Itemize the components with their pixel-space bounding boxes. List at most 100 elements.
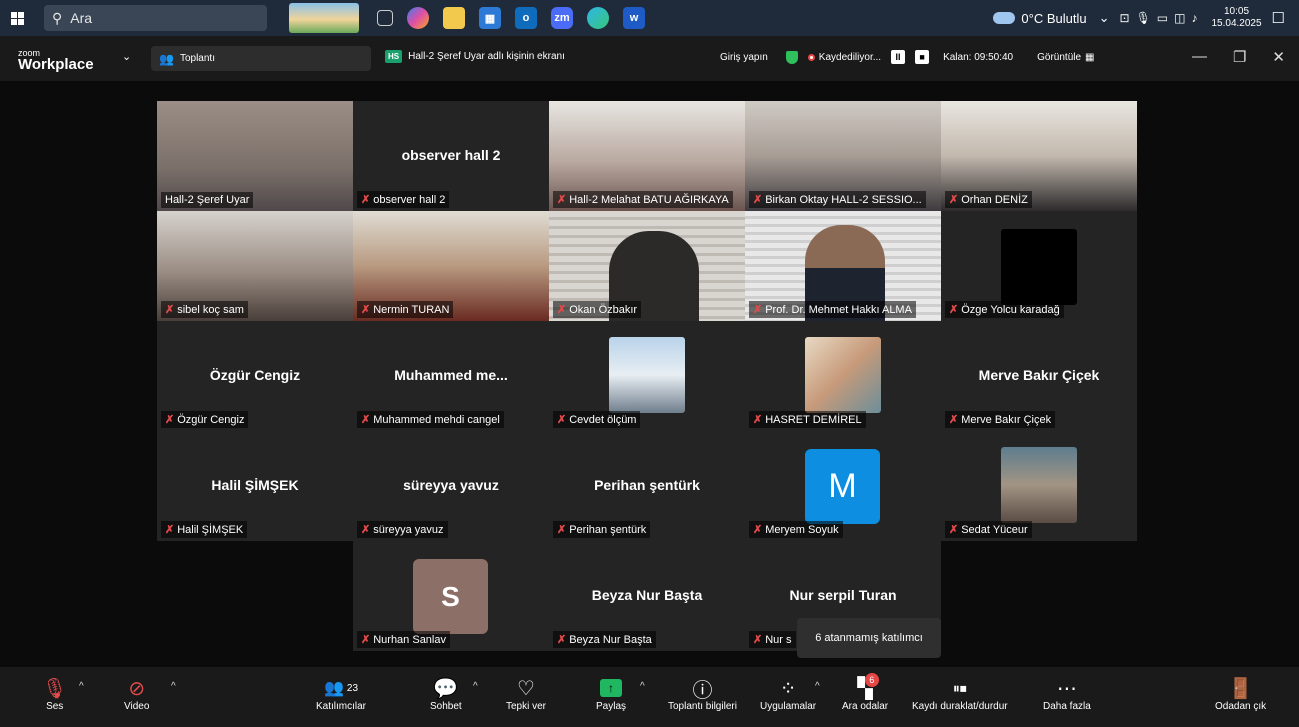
participant-tile[interactable]: M ✗ Meryem Soyuk bbox=[745, 431, 941, 541]
participant-tile[interactable]: Merve Bakır Çiçek ✗ Merve Bakır Çiçek bbox=[941, 321, 1137, 431]
participant-tile[interactable]: ✗ Hall-2 Melahat BATU AĞIRKAYA bbox=[549, 101, 745, 211]
participant-tile[interactable]: Perihan şentürk ✗ Perihan şentürk bbox=[549, 431, 745, 541]
participant-name: Sedat Yüceur bbox=[961, 523, 1028, 536]
video-button[interactable]: ⊘ Video bbox=[124, 675, 149, 713]
share-icon-wrap: ↑ bbox=[600, 675, 622, 701]
participants-button[interactable]: 👥 23 Katılımcılar bbox=[316, 675, 366, 712]
windows-start-icon[interactable] bbox=[0, 0, 34, 36]
participant-display-name: Merve Bakır Çiçek bbox=[978, 367, 1100, 383]
breakout-rooms-label: Ara odalar bbox=[842, 701, 889, 712]
apps-options-chevron-icon[interactable]: ^ bbox=[815, 681, 820, 692]
participant-tile[interactable]: ✗ Orhan DENİZ bbox=[941, 101, 1137, 211]
word-icon[interactable]: w bbox=[623, 7, 645, 29]
chat-button[interactable]: 💬 Sohbet bbox=[430, 675, 462, 713]
share-options-chevron-icon[interactable]: ^ bbox=[640, 681, 645, 692]
mic-muted-icon: ✗ bbox=[753, 194, 763, 206]
recording-status[interactable]: Kaydediliyor... bbox=[819, 52, 881, 63]
participant-name: observer hall 2 bbox=[373, 193, 446, 206]
clock[interactable]: 10:05 15.04.2025 bbox=[1211, 6, 1261, 30]
participant-tile[interactable]: observer hall 2 ✗ observer hall 2 bbox=[353, 101, 549, 211]
leave-room-label: Odadan çık bbox=[1215, 701, 1267, 712]
audio-options-chevron-icon[interactable]: ^ bbox=[79, 681, 84, 692]
participant-name: sibel koç sam bbox=[177, 303, 244, 316]
participant-tile[interactable]: Halil ŞİMŞEK ✗ Halil ŞİMŞEK bbox=[157, 431, 353, 541]
meeting-button[interactable]: 👥 Toplantı bbox=[151, 46, 371, 71]
participant-tile[interactable]: ✗ sibel koç sam bbox=[157, 211, 353, 321]
participant-tile[interactable]: S ✗ Nurhan Sanlav bbox=[353, 541, 549, 651]
audio-label: Ses bbox=[46, 701, 64, 712]
taskbar-search[interactable]: ⚲ Ara bbox=[44, 5, 267, 31]
widgets-icon[interactable] bbox=[289, 3, 359, 33]
screen-share-indicator[interactable]: HS Hall-2 Şeref Uyar adlı kişinin ekranı bbox=[385, 50, 565, 63]
mic-muted-icon: ✗ bbox=[165, 524, 175, 536]
participant-label: ✗ Özge Yolcu karadağ bbox=[945, 301, 1064, 318]
pause-recording-icon[interactable]: II bbox=[891, 50, 906, 64]
mic-muted-icon: ✗ bbox=[949, 524, 959, 536]
participant-tile[interactable]: Özgür Cengiz ✗ Özgür Cengiz bbox=[157, 321, 353, 431]
copilot-icon[interactable] bbox=[407, 7, 429, 29]
mic-muted-icon: ✗ bbox=[949, 414, 959, 426]
participant-name: Muhammed mehdi cangel bbox=[373, 413, 500, 426]
react-button[interactable]: ♡ Tepki ver bbox=[506, 675, 546, 713]
mic-muted-icon: ✗ bbox=[753, 524, 763, 536]
participant-tile[interactable]: ✗ Birkan Oktay HALL-2 SESSIO... bbox=[745, 101, 941, 211]
participant-tile[interactable]: ✗ Sedat Yüceur bbox=[941, 431, 1137, 541]
close-icon[interactable]: ✕ bbox=[1272, 48, 1285, 66]
notification-icon[interactable]: ☐ bbox=[1272, 9, 1285, 27]
stop-recording-icon[interactable]: ■ bbox=[915, 50, 930, 64]
zoom-app-icon[interactable]: zm bbox=[551, 7, 573, 29]
share-title: Hall-2 Şeref Uyar adlı kişinin ekranı bbox=[408, 51, 565, 62]
edge-icon[interactable] bbox=[587, 7, 609, 29]
store-icon[interactable]: ▦ bbox=[479, 7, 501, 29]
logo-chevron-icon[interactable]: ⌄ bbox=[122, 50, 131, 63]
audio-button[interactable]: 🎙 Ses bbox=[42, 675, 67, 713]
breakout-rooms-button[interactable]: ▚ 6 Ara odalar bbox=[842, 673, 889, 712]
meeting-toolbar: 🎙 Ses ^ ⊘ Video ^ 👥 23 Katılımcılar 💬 Soh… bbox=[0, 667, 1299, 727]
windows-taskbar: ⚲ Ara ▦ o zm w 0°C Bulutlu ⌄ ⊡🎙▭◫♪ 10:05… bbox=[0, 0, 1299, 36]
participant-tile[interactable]: ✗ Cevdet ölçüm bbox=[549, 321, 745, 431]
participant-tile[interactable]: Muhammed me... ✗ Muhammed mehdi cangel bbox=[353, 321, 549, 431]
more-button[interactable]: ⋯ Daha fazla bbox=[1043, 675, 1091, 713]
signin-link[interactable]: Giriş yapın bbox=[720, 52, 768, 63]
participant-label: ✗ Cevdet ölçüm bbox=[553, 411, 641, 428]
participant-display-name: Beyza Nur Başta bbox=[591, 587, 703, 603]
participant-name: Özgür Cengiz bbox=[177, 413, 245, 426]
tray-icons[interactable]: ⊡🎙▭◫♪ bbox=[1120, 11, 1204, 25]
participants-icon-wrap: 👥 23 bbox=[324, 675, 358, 701]
shield-icon[interactable] bbox=[785, 50, 798, 64]
grid-view-icon[interactable]: ▦ bbox=[1085, 52, 1094, 63]
participant-name: Birkan Oktay HALL-2 SESSIO... bbox=[765, 193, 922, 206]
participant-tile[interactable]: ✗ Okan Özbakır bbox=[549, 211, 745, 321]
minimize-icon[interactable]: — bbox=[1192, 48, 1207, 66]
participant-tile[interactable]: ✗ HASRET DEMİREL bbox=[745, 321, 941, 431]
zoom-logo: zoom Workplace bbox=[18, 48, 94, 72]
participant-tile[interactable]: ✗ Özge Yolcu karadağ bbox=[941, 211, 1137, 321]
view-label[interactable]: Görüntüle bbox=[1037, 52, 1081, 63]
chat-options-chevron-icon[interactable]: ^ bbox=[473, 681, 478, 692]
mic-muted-icon: ✗ bbox=[557, 304, 567, 316]
participant-name: Nurhan Sanlav bbox=[373, 633, 446, 646]
profile-picture bbox=[1001, 447, 1077, 523]
meeting-info-button[interactable]: ⓘ Toplantı bilgileri bbox=[668, 675, 737, 713]
tray-chevron-icon[interactable]: ⌄ bbox=[1099, 10, 1110, 26]
file-explorer-icon[interactable] bbox=[443, 7, 465, 29]
leave-room-button[interactable]: 🚪 Odadan çık bbox=[1215, 675, 1267, 713]
outlook-icon[interactable]: o bbox=[515, 7, 537, 29]
mic-muted-icon: ✗ bbox=[557, 194, 567, 206]
participants-label: Katılımcılar bbox=[316, 701, 367, 712]
share-button[interactable]: ↑ Paylaş bbox=[596, 675, 626, 712]
apps-label: Uygulamalar bbox=[760, 701, 817, 712]
restore-icon[interactable]: ❐ bbox=[1233, 48, 1246, 66]
video-options-chevron-icon[interactable]: ^ bbox=[171, 681, 176, 692]
task-view-icon[interactable] bbox=[377, 10, 393, 26]
participant-tile[interactable]: ✗ Prof. Dr. Mehmet Hakkı ALMA bbox=[745, 211, 941, 321]
participant-tile[interactable]: Beyza Nur Başta ✗ Beyza Nur Başta bbox=[549, 541, 745, 651]
weather-widget[interactable]: 0°C Bulutlu bbox=[993, 11, 1087, 26]
participant-tile[interactable]: süreyya yavuz ✗ süreyya yavuz bbox=[353, 431, 549, 541]
participant-tile[interactable]: Hall-2 Şeref Uyar bbox=[157, 101, 353, 211]
record-control-button[interactable]: ⏸⏹ Kaydı duraklat/durdur bbox=[912, 675, 1008, 713]
apps-button[interactable]: ⁘ Uygulamalar bbox=[760, 675, 817, 713]
participant-tile[interactable]: ✗ Nermin TURAN bbox=[353, 211, 549, 321]
share-screen-icon: ↑ bbox=[600, 679, 622, 697]
participant-label: ✗ HASRET DEMİREL bbox=[749, 411, 866, 428]
